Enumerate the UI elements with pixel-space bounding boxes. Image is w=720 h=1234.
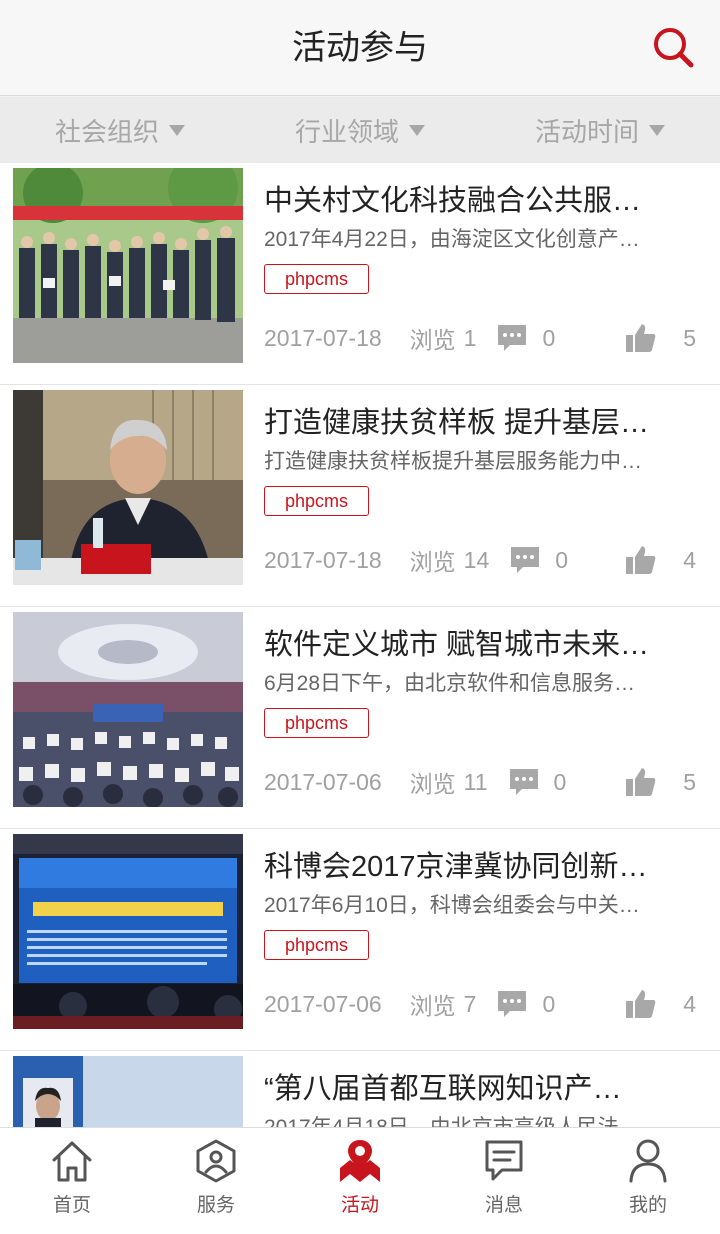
like-count: 5 — [683, 768, 696, 795]
comment-icon[interactable] — [496, 989, 528, 1019]
activity-thumbnail — [13, 390, 243, 585]
profile-icon — [629, 1139, 667, 1183]
item-tag: phpcms — [264, 930, 370, 960]
comment-icon[interactable] — [508, 767, 540, 797]
views-label: 浏览 — [409, 549, 456, 575]
comment-count: 0 — [542, 990, 556, 1017]
filter-label: 行业领域 — [294, 116, 399, 147]
like-count: 4 — [683, 990, 696, 1017]
comment-icon[interactable] — [509, 545, 541, 575]
views-label: 浏览 — [409, 327, 456, 353]
view-count: 14 — [463, 546, 490, 573]
filter-industry[interactable]: 行业领域 — [240, 97, 480, 163]
item-description: 2017年4月18日，由北京市高级人民法… — [264, 1113, 696, 1127]
comment-icon[interactable] — [496, 323, 528, 353]
bottom-tab-bar: 首页 服务 活动 消息 我的 — [0, 1127, 720, 1234]
tab-home[interactable]: 首页 — [0, 1128, 144, 1234]
tab-service[interactable]: 服务 — [144, 1128, 288, 1234]
list-item[interactable]: 科博会2017京津冀协同创新… 2017年6月10日，科博会组委会与中关… ph… — [0, 829, 720, 1051]
item-info: 打造健康扶贫样板 提升基层… 打造健康扶贫样板提升基层服务能力中… phpcms — [264, 385, 696, 516]
caret-down-icon — [169, 124, 185, 136]
comment-count: 0 — [555, 546, 569, 573]
view-count: 11 — [463, 768, 488, 795]
caret-down-icon — [409, 124, 425, 136]
tab-messages[interactable]: 消息 — [432, 1128, 576, 1234]
item-tag: phpcms — [264, 486, 370, 516]
item-info: “第八届首都互联网知识产… 2017年4月18日，由北京市高级人民法… phpc… — [264, 1051, 696, 1127]
comment-count: 0 — [542, 324, 556, 351]
filter-label: 活动时间 — [534, 116, 639, 147]
views-label: 浏览 — [409, 771, 456, 797]
item-date: 2017-07-18 — [264, 324, 382, 351]
search-icon[interactable] — [652, 26, 694, 68]
view-count: 1 — [463, 324, 477, 351]
item-date: 2017-07-18 — [264, 546, 382, 573]
thumbs-up-icon[interactable] — [625, 766, 657, 798]
activity-thumbnail — [13, 168, 243, 363]
activity-list: 中关村文化科技融合公共服… 2017年4月22日，由海淀区文化创意产… phpc… — [0, 163, 720, 1127]
tab-label: 我的 — [628, 1195, 667, 1216]
tab-label: 消息 — [484, 1195, 523, 1216]
item-info: 科博会2017京津冀协同创新… 2017年6月10日，科博会组委会与中关… ph… — [264, 829, 696, 960]
activity-thumbnail — [13, 612, 243, 807]
activity-thumbnail — [13, 834, 243, 1029]
caret-down-icon — [649, 124, 665, 136]
item-title: 软件定义城市 赋智城市未来… — [264, 629, 650, 661]
item-title: “第八届首都互联网知识产… — [264, 1073, 622, 1105]
like-count: 4 — [683, 546, 696, 573]
item-meta: 2017-07-06 浏览 7 0 4 — [264, 984, 696, 1024]
service-icon — [196, 1139, 236, 1183]
filter-bar: 社会组织 行业领域 活动时间 — [0, 97, 720, 163]
tab-label: 服务 — [196, 1195, 235, 1216]
item-info: 中关村文化科技融合公共服… 2017年4月22日，由海淀区文化创意产… phpc… — [264, 163, 696, 294]
tab-label: 首页 — [52, 1195, 91, 1216]
item-title: 打造健康扶贫样板 提升基层… — [264, 407, 650, 439]
item-title: 科博会2017京津冀协同创新… — [264, 851, 648, 883]
item-meta: 2017-07-18 浏览 1 0 5 — [264, 318, 696, 358]
item-date: 2017-07-06 — [264, 990, 382, 1017]
item-tag: phpcms — [264, 264, 370, 294]
item-description: 2017年6月10日，科博会组委会与中关… — [264, 894, 640, 917]
activity-thumbnail — [13, 1056, 243, 1127]
item-meta: 2017-07-06 浏览 11 0 5 — [264, 762, 696, 802]
views-label: 浏览 — [409, 993, 456, 1019]
message-icon — [485, 1140, 523, 1181]
home-icon — [52, 1141, 92, 1182]
item-description: 6月28日下午，由北京软件和信息服务… — [264, 672, 636, 695]
list-item[interactable]: 中关村文化科技融合公共服… 2017年4月22日，由海淀区文化创意产… phpc… — [0, 163, 720, 385]
comment-count: 0 — [553, 768, 567, 795]
filter-label: 社会组织 — [54, 116, 159, 147]
tab-profile[interactable]: 我的 — [576, 1128, 720, 1234]
item-tag: phpcms — [264, 708, 370, 738]
item-description: 打造健康扶贫样板提升基层服务能力中… — [264, 450, 642, 473]
list-item[interactable]: 软件定义城市 赋智城市未来… 6月28日下午，由北京软件和信息服务… phpcm… — [0, 607, 720, 829]
filter-time[interactable]: 活动时间 — [480, 97, 720, 163]
thumbs-up-icon[interactable] — [625, 544, 657, 576]
top-bar: 活动参与 — [0, 0, 720, 96]
thumbs-up-icon[interactable] — [625, 988, 657, 1020]
item-info: 软件定义城市 赋智城市未来… 6月28日下午，由北京软件和信息服务… phpcm… — [264, 607, 696, 738]
page-title: 活动参与 — [292, 29, 428, 67]
thumbs-up-icon[interactable] — [625, 322, 657, 354]
view-count: 7 — [463, 990, 477, 1017]
activity-icon — [340, 1140, 380, 1182]
like-count: 5 — [683, 324, 696, 351]
item-description: 2017年4月22日，由海淀区文化创意产… — [264, 228, 640, 251]
app-screen: 活动参与 社会组织 行业领域 活动时间 中关村文化科技融合公共服… 2017年4… — [0, 0, 720, 1234]
filter-organization[interactable]: 社会组织 — [0, 97, 240, 163]
item-meta: 2017-07-18 浏览 14 0 4 — [264, 540, 696, 580]
list-item[interactable]: “第八届首都互联网知识产… 2017年4月18日，由北京市高级人民法… phpc… — [0, 1051, 720, 1127]
list-item[interactable]: 打造健康扶贫样板 提升基层… 打造健康扶贫样板提升基层服务能力中… phpcms… — [0, 385, 720, 607]
item-title: 中关村文化科技融合公共服… — [264, 185, 642, 217]
item-date: 2017-07-06 — [264, 768, 382, 795]
tab-label: 活动 — [340, 1195, 379, 1216]
tab-activity[interactable]: 活动 — [288, 1128, 432, 1234]
